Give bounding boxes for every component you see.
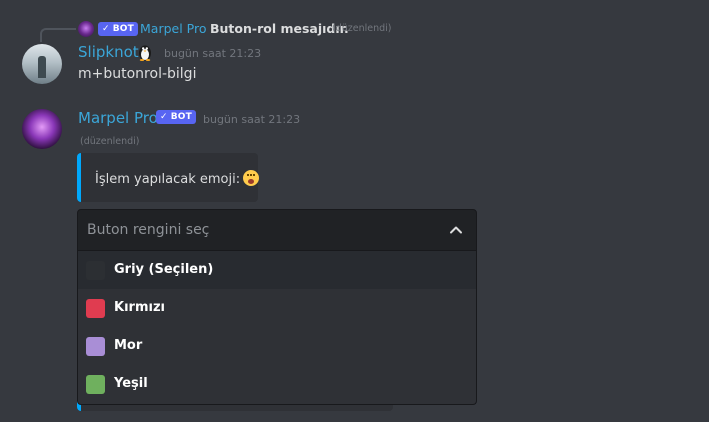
select-option-purple[interactable]: Mor (78, 327, 476, 365)
reply-spine (40, 28, 76, 42)
color-swatch (86, 375, 105, 394)
verified-check-icon: ✓ (160, 112, 168, 122)
edited-label: (düzenlendi) (332, 23, 392, 34)
avatar[interactable] (22, 109, 62, 149)
verified-check-icon: ✓ (102, 24, 110, 34)
bot-tag: ✓ BOT (98, 22, 138, 36)
reply-author[interactable]: Marpel Pro (140, 21, 207, 36)
select-option-gray[interactable]: Griy (Seçilen) (78, 251, 476, 289)
reply-preview[interactable]: ✓ BOT Marpel Pro Buton-rol mesajıdır. (dü… (0, 14, 709, 42)
reply-text[interactable]: Buton-rol mesajıdır. (210, 21, 349, 36)
bot-tag: ✓ BOT (156, 110, 196, 124)
color-swatch (86, 261, 105, 280)
reply-avatar[interactable] (78, 21, 94, 37)
embed: İşlem yapılacak emoji: (77, 153, 260, 202)
option-label: Yeşil (114, 376, 148, 391)
edited-label: (düzenlendi) (80, 136, 140, 147)
message-author[interactable]: Marpel Pro (78, 109, 158, 127)
select-options-menu: Griy (Seçilen) Kırmızı Mor Yeşil (77, 251, 477, 405)
color-swatch (86, 337, 105, 356)
button-color-select[interactable]: Buton rengini seç (77, 209, 477, 251)
penguin-icon (139, 45, 151, 61)
message-author[interactable]: Slipknot (78, 43, 139, 61)
embed-description: İşlem yapılacak emoji: (95, 170, 260, 187)
timestamp: bugün saat 21:23 (164, 47, 262, 60)
option-label: Mor (114, 338, 143, 353)
select-option-red[interactable]: Kırmızı (78, 289, 476, 327)
chevron-up-icon (450, 226, 462, 234)
color-swatch (86, 299, 105, 318)
hushed-face-emoji-icon (243, 170, 260, 186)
option-label: Griy (Seçilen) (114, 262, 214, 277)
message-content: m+butonrol-bilgi (78, 66, 197, 82)
select-option-green[interactable]: Yeşil (78, 365, 476, 403)
avatar[interactable] (22, 44, 62, 84)
timestamp: bugün saat 21:23 (203, 113, 301, 126)
select-placeholder: Buton rengini seç (87, 222, 210, 238)
option-label: Kırmızı (114, 300, 165, 315)
